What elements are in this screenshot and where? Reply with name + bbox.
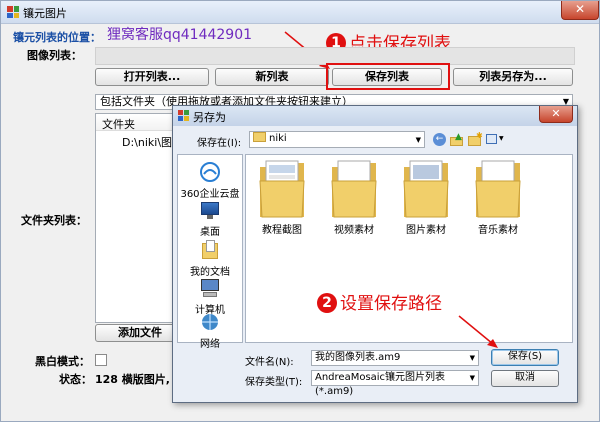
network-icon [202, 314, 218, 330]
save-in-label: 保存在(I): [197, 138, 242, 149]
folder-icon [259, 160, 305, 218]
filetype-value: AndreaMosaic镶元图片列表 (*.am9) [315, 372, 446, 397]
file-list-area[interactable]: 教程截图 视频素材 图片素材 音乐素材 [245, 154, 573, 343]
close-button[interactable]: ✕ [561, 1, 599, 20]
save-in-value: niki [269, 133, 287, 144]
folder-name: 视频素材 [334, 225, 374, 236]
filetype-label: 保存类型(T): [245, 377, 303, 388]
list-item[interactable]: 音乐素材 [466, 159, 530, 236]
dialog-title-bar: 另存为 ✕ [173, 106, 577, 126]
view-menu-icon[interactable]: ▼ [486, 133, 506, 146]
folder-icon [331, 160, 377, 218]
list-item[interactable]: 教程截图 [250, 159, 314, 236]
save-list-highlight [326, 63, 450, 90]
folder-icon [253, 132, 266, 142]
sidebar-item-network[interactable]: 网络 [178, 311, 242, 350]
filetype-select[interactable]: AndreaMosaic镶元图片列表 (*.am9) ▼ [311, 370, 479, 397]
filename-value: 我的图像列表.am9 [315, 352, 401, 363]
sidebar-item-label: 360企业云盘 [180, 189, 240, 200]
save-list-as-button[interactable]: 列表另存为... [453, 68, 573, 86]
folder-icon [475, 160, 521, 218]
dialog-app-icon [178, 110, 189, 121]
folder-icon [403, 160, 449, 218]
open-list-button[interactable]: 打开列表... [95, 68, 209, 86]
chevron-down-icon: ▼ [415, 136, 421, 144]
folder-column-header: 文件夹 [102, 118, 135, 131]
status-value: 128 横版图片, 3 [95, 373, 182, 386]
bw-mode-label: 黑白模式： [35, 355, 90, 368]
step2-annotation: 2 设置保存路径 [317, 289, 442, 314]
status-label: 状态： [59, 373, 92, 386]
filename-label: 文件名(N): [245, 357, 294, 368]
folder-list-label: 文件夹列表： [21, 214, 87, 227]
list-item[interactable]: 视频素材 [322, 159, 386, 236]
dialog-title: 另存为 [193, 111, 226, 124]
app-icon [7, 6, 19, 18]
bw-mode-checkbox[interactable] [95, 354, 107, 366]
sidebar-item-documents[interactable]: 我的文档 [178, 239, 242, 278]
sidebar-item-label: 我的文档 [190, 267, 230, 278]
new-folder-icon[interactable]: ✱ [468, 131, 483, 146]
sidebar-item-label: 网络 [200, 339, 220, 350]
chevron-down-icon: ▼ [469, 354, 475, 362]
list-item[interactable]: 图片素材 [394, 159, 458, 236]
watermark-text: 狸窝客服qq41442901 [107, 27, 253, 43]
places-sidebar: 360企业云盘 桌面 我的文档 计算机 网络 [177, 154, 243, 350]
list-location-label: 镶元列表的位置： [13, 31, 101, 44]
documents-icon [199, 239, 221, 261]
back-icon[interactable]: ← [433, 133, 446, 146]
save-as-dialog: 另存为 ✕ 保存在(I): niki ▼ ← ▲ ✱ ▼ 360企业云盘 桌面 … [172, 105, 578, 403]
cloud-icon [200, 162, 220, 182]
sidebar-item-label: 桌面 [200, 227, 220, 238]
desktop-icon [199, 199, 221, 221]
computer-icon [199, 277, 221, 299]
filename-input[interactable]: 我的图像列表.am9 ▼ [311, 350, 479, 366]
new-list-button[interactable]: 新列表 [215, 68, 329, 86]
chevron-down-icon: ▼ [469, 374, 475, 382]
folder-name: 教程截图 [262, 225, 302, 236]
folder-name: 音乐素材 [478, 225, 518, 236]
image-list-label: 图像列表： [27, 49, 82, 62]
up-folder-icon[interactable]: ▲ [450, 133, 464, 146]
dialog-close-button[interactable]: ✕ [539, 106, 573, 123]
step2-number: 2 [317, 293, 337, 313]
step2-arrow-icon [458, 315, 498, 348]
sidebar-item-desktop[interactable]: 桌面 [178, 199, 242, 238]
sidebar-item-cloud[interactable]: 360企业云盘 [178, 161, 242, 200]
window-title: 镶元图片 [23, 7, 67, 20]
save-button[interactable]: 保存(S) [491, 349, 559, 366]
save-in-combo[interactable]: niki ▼ [249, 131, 425, 148]
folder-name: 图片素材 [406, 225, 446, 236]
title-bar: 镶元图片 ✕ [1, 1, 599, 24]
cancel-button[interactable]: 取消 [491, 370, 559, 387]
step2-text: 设置保存路径 [340, 294, 442, 314]
